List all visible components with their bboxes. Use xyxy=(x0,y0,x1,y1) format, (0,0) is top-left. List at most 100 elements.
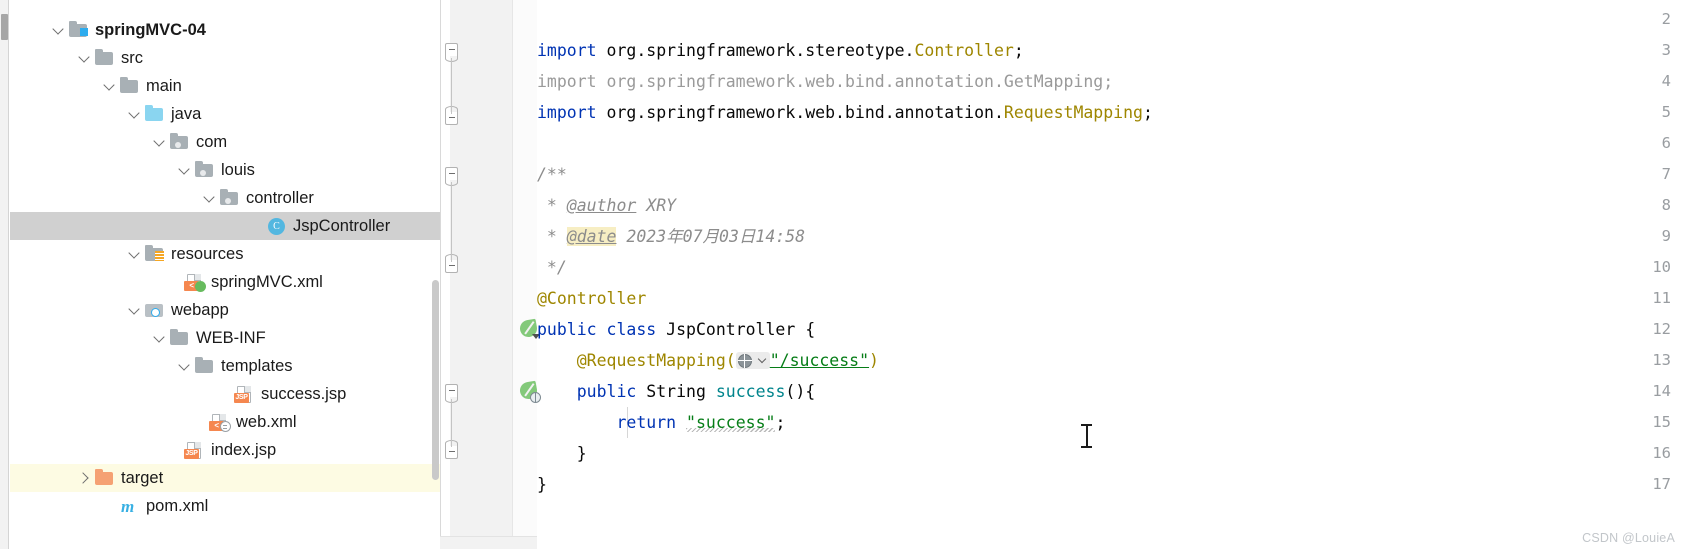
tool-window-stripe-handle[interactable] xyxy=(1,14,8,40)
resources-folder-icon xyxy=(144,245,165,263)
tree-row-com[interactable]: com xyxy=(10,128,440,156)
keyword-class: class xyxy=(606,320,657,339)
chevron-right-icon[interactable] xyxy=(76,469,94,487)
code-editor[interactable]: 2 3 4 5 6 7 8 9 10 11 12 13 14 15 16 17 xyxy=(440,0,1681,549)
folder-icon xyxy=(194,357,215,375)
editor-left-strip xyxy=(440,0,450,549)
chevron-down-icon[interactable] xyxy=(126,245,144,263)
tree-row-web-xml[interactable]: < web.xml xyxy=(10,408,440,436)
javadoc-tag-date: @date xyxy=(566,227,617,246)
tree-item-label: templates xyxy=(221,356,293,375)
chevron-down-icon[interactable] xyxy=(126,301,144,319)
tree-item-label: main xyxy=(146,76,182,95)
chevron-down-icon[interactable] xyxy=(151,329,169,347)
semicolon: ; xyxy=(1142,103,1153,122)
package-path: org.springframework.web.bind.annotation. xyxy=(606,103,1004,122)
maven-file-icon: m xyxy=(121,497,135,516)
chevron-down-icon[interactable] xyxy=(126,105,144,123)
tree-row-controller[interactable]: controller xyxy=(10,184,440,212)
tree-row[interactable] xyxy=(10,0,440,16)
spring-xml-file-icon: < xyxy=(184,273,206,292)
code-line-9: * @date 2023年07月03日14:58 xyxy=(537,221,805,252)
code-text-area[interactable]: import org.springframework.stereotype.Co… xyxy=(537,0,1681,549)
tree-item-label: springMVC-04 xyxy=(95,20,206,39)
annotation-close-paren: ) xyxy=(869,351,879,370)
class-name: JspController xyxy=(666,320,796,339)
fold-marker-imports[interactable] xyxy=(445,43,459,62)
fold-marker-method[interactable] xyxy=(445,384,459,403)
editor-bottom-strip xyxy=(537,536,1681,549)
chevron-down-icon[interactable] xyxy=(151,133,169,151)
code-line-11: @Controller xyxy=(537,289,647,308)
chevron-down-icon[interactable] xyxy=(201,189,219,207)
tree-item-label: webapp xyxy=(171,300,229,319)
tree-row-springmvc-xml[interactable]: < springMVC.xml xyxy=(10,268,440,296)
web-globe-inline-icon[interactable] xyxy=(735,352,770,369)
tree-row-web-inf[interactable]: WEB-INF xyxy=(10,324,440,352)
tree-row-success-jsp[interactable]: JSP success.jsp xyxy=(10,380,440,408)
tree-row-resources[interactable]: resources xyxy=(10,240,440,268)
project-tree[interactable]: springMVC-04 src main java com louis con… xyxy=(10,0,440,520)
fold-marker-javadoc-end[interactable] xyxy=(445,254,459,274)
watermark: CSDN @LouieA xyxy=(1582,531,1675,545)
tool-window-left-bar xyxy=(0,0,9,549)
no-chevron-icon xyxy=(216,385,234,403)
javadoc-tag-author: @author xyxy=(566,196,637,215)
no-chevron-icon xyxy=(166,273,184,291)
chevron-down-icon[interactable] xyxy=(176,357,194,375)
editor-gutter[interactable] xyxy=(450,0,512,549)
excluded-folder-icon xyxy=(94,469,115,487)
package-icon xyxy=(194,161,215,179)
fold-marker-javadoc[interactable] xyxy=(445,167,459,186)
tree-row-java[interactable]: java xyxy=(10,100,440,128)
no-chevron-icon xyxy=(191,413,209,431)
mapping-url-string[interactable]: "/success" xyxy=(770,351,869,370)
javadoc-date-value: 2023年07月03日14:58 xyxy=(626,227,806,246)
annotation-requestmapping: @RequestMapping( xyxy=(576,351,736,370)
tree-row-main[interactable]: main xyxy=(10,72,440,100)
web-xml-file-icon: < xyxy=(209,413,231,432)
code-line-10: */ xyxy=(537,258,567,277)
package-icon xyxy=(219,189,240,207)
keyword-return: return xyxy=(616,413,677,432)
code-line-12: public class JspController { xyxy=(537,314,815,345)
code-line-7: /** xyxy=(537,165,567,184)
spring-bean-gutter-icon[interactable] xyxy=(518,318,540,339)
project-tree-scrollbar[interactable] xyxy=(432,280,439,480)
code-line-5: import org.springframework.web.bind.anno… xyxy=(537,97,1153,128)
code-folding-strip[interactable] xyxy=(513,0,537,549)
jsp-file-icon: JSP xyxy=(184,441,205,459)
tree-item-label: controller xyxy=(246,188,314,207)
tree-row-target[interactable]: target xyxy=(10,464,440,492)
code-line-14: public String success(){ xyxy=(537,376,815,407)
tree-row-jspcontroller[interactable]: C JspController xyxy=(10,212,440,240)
spring-request-mapping-gutter-icon[interactable] xyxy=(518,380,541,403)
chevron-down-icon[interactable] xyxy=(101,77,119,95)
semicolon: ; xyxy=(1013,41,1024,60)
tree-row-templates[interactable]: templates xyxy=(10,352,440,380)
tree-row-src[interactable]: src xyxy=(10,44,440,72)
chevron-down-icon[interactable] xyxy=(76,49,94,67)
keyword-import: import xyxy=(537,103,597,122)
fold-marker-method-end[interactable] xyxy=(445,440,459,460)
webapp-folder-icon xyxy=(144,301,165,319)
tree-row-springmvc-04[interactable]: springMVC-04 xyxy=(10,16,440,44)
tree-row-index-jsp[interactable]: JSP index.jsp xyxy=(10,436,440,464)
code-line-8: * @author XRY xyxy=(537,190,676,221)
return-string-literal: "success" xyxy=(686,413,776,432)
keyword-import: import xyxy=(537,41,597,60)
tree-row-louis[interactable]: louis xyxy=(10,156,440,184)
tree-item-label: src xyxy=(121,48,143,67)
tree-item-label: springMVC.xml xyxy=(211,272,323,291)
javadoc-star: * xyxy=(537,196,567,215)
chevron-down-icon[interactable] xyxy=(176,161,194,179)
code-line-17: } xyxy=(537,475,547,494)
tree-item-label: java xyxy=(171,104,202,123)
code-line-13: @RequestMapping( "/success") xyxy=(537,345,879,376)
tree-item-label: louis xyxy=(221,160,255,179)
fold-marker-imports-end[interactable] xyxy=(445,106,459,126)
tree-row-pom-xml[interactable]: m pom.xml xyxy=(10,492,440,520)
tree-row-webapp[interactable]: webapp xyxy=(10,296,440,324)
chevron-down-icon[interactable] xyxy=(50,21,68,39)
package-icon xyxy=(169,133,190,151)
